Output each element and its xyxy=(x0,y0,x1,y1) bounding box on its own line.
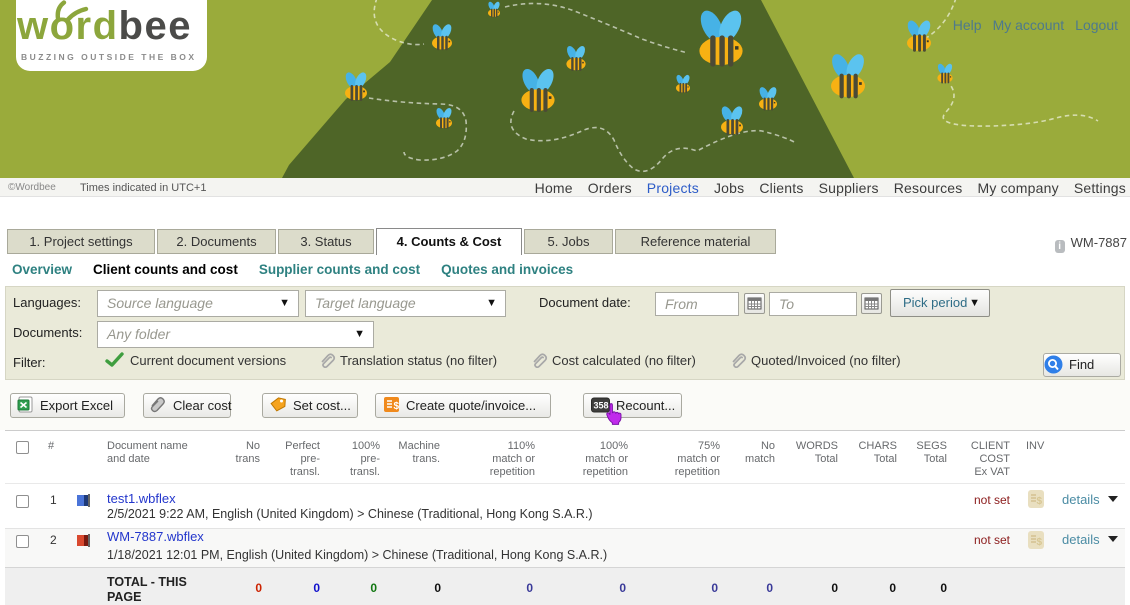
svg-text:$: $ xyxy=(1037,537,1043,548)
svg-text:$: $ xyxy=(394,401,400,412)
svg-text:$: $ xyxy=(1037,496,1043,507)
